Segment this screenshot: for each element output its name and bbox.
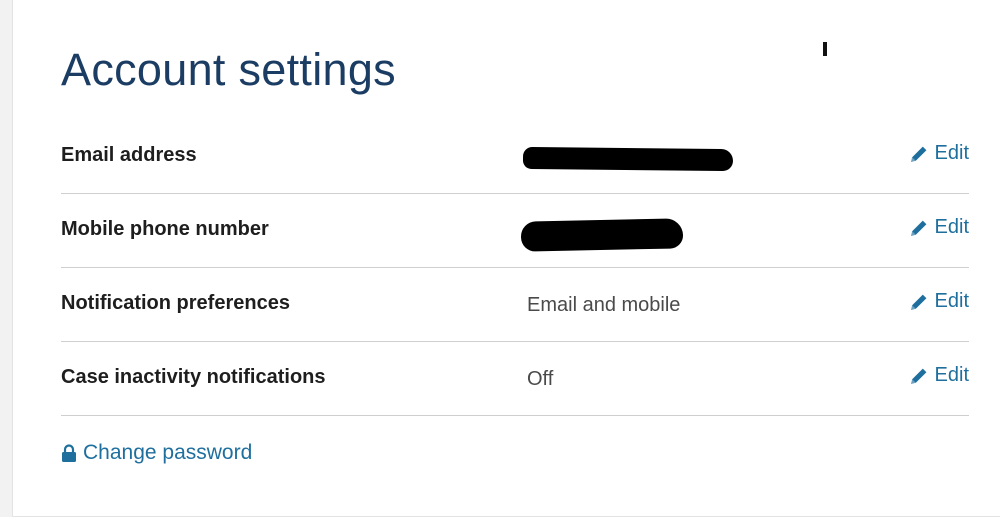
notification-preferences-value: Email and mobile xyxy=(527,294,681,316)
edit-email-label: Edit xyxy=(934,142,969,164)
redacted-email-value xyxy=(522,146,734,172)
pencil-icon xyxy=(909,218,929,238)
pencil-icon xyxy=(909,366,929,386)
mobile-phone-label: Mobile phone number xyxy=(61,218,269,240)
settings-row-phone: Mobile phone number Edit xyxy=(61,194,969,268)
account-settings-card: Account settings Email address Edit Mobi… xyxy=(12,0,1000,517)
edit-case-inactivity-button[interactable]: Edit xyxy=(909,364,969,387)
redacted-phone-value xyxy=(520,218,684,252)
edit-case-inactivity-label: Edit xyxy=(934,364,969,386)
case-inactivity-value: Off xyxy=(527,368,554,390)
edit-phone-label: Edit xyxy=(934,216,969,238)
settings-row-notification-preferences: Notification preferences Email and mobil… xyxy=(61,268,969,342)
settings-list: Email address Edit Mobile phone number E… xyxy=(61,120,969,416)
edit-notification-preferences-label: Edit xyxy=(934,290,969,312)
pencil-icon xyxy=(909,292,929,312)
change-password-link[interactable]: Change password xyxy=(61,441,252,465)
settings-row-case-inactivity: Case inactivity notifications Off Edit xyxy=(61,342,969,416)
lock-icon xyxy=(61,443,77,463)
edit-email-button[interactable]: Edit xyxy=(909,142,969,165)
email-address-label: Email address xyxy=(61,144,197,166)
change-password-label: Change password xyxy=(83,441,253,464)
edit-phone-button[interactable]: Edit xyxy=(909,216,969,239)
page-title: Account settings xyxy=(61,44,396,95)
case-inactivity-label: Case inactivity notifications xyxy=(61,366,326,388)
settings-row-email: Email address Edit xyxy=(61,120,969,194)
stray-mark xyxy=(823,42,827,56)
edit-notification-preferences-button[interactable]: Edit xyxy=(909,290,969,313)
pencil-icon xyxy=(909,144,929,164)
notification-preferences-label: Notification preferences xyxy=(61,292,290,314)
